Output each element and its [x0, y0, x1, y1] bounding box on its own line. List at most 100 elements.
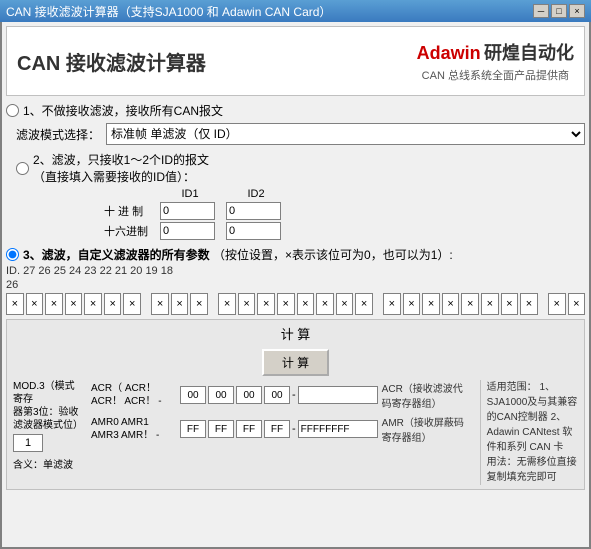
header-section: CAN 接收滤波计算器 Adawin 研煌自动化 CAN 总线系统全面产品提供商 — [6, 26, 585, 96]
bit-cell[interactable]: × — [548, 293, 566, 315]
header-subtitle: CAN 总线系统全面产品提供商 — [417, 67, 574, 83]
option1-radio[interactable] — [6, 104, 19, 117]
option1-label[interactable]: 1、不做接收滤波，接收所有CAN报文 — [6, 102, 585, 119]
bit-spacer — [210, 293, 216, 315]
bit-cell[interactable]: × — [355, 293, 373, 315]
calc-button[interactable]: 计 算 — [262, 349, 329, 376]
adawin-logo: Adawin 研煌自动化 — [417, 39, 574, 65]
bit-spacer — [540, 293, 546, 315]
mod-col: MOD.3（模式寄存器第3位：验收滤波器模式位） 含义：单滤波 — [13, 380, 83, 471]
option2-section: 2、滤波，只接收1～2个ID的报文 （直接填入需要接收的ID值）： ID1 ID… — [16, 151, 585, 240]
bit-cell[interactable]: × — [422, 293, 440, 315]
acr-dash: - — [292, 389, 296, 401]
id2-header: ID2 — [226, 188, 286, 200]
option1-section: 1、不做接收滤波，接收所有CAN报文 — [6, 102, 585, 119]
option3-label[interactable]: 3、滤波，自定义滤波器的所有参数 （按位设置，×表示该位可为0，也可以为1）: — [6, 246, 585, 263]
bit-cell[interactable]: × — [45, 293, 63, 315]
amr-result-input[interactable] — [298, 420, 378, 438]
bit-cell[interactable]: × — [26, 293, 44, 315]
filter-mode-label: 滤波模式选择： — [16, 126, 100, 143]
acr1-input[interactable] — [208, 386, 234, 404]
acr-result-input[interactable] — [298, 386, 378, 404]
amr-inputs: - — [180, 420, 378, 438]
bit-cell[interactable]: × — [257, 293, 275, 315]
title-bar-buttons: － □ × — [533, 4, 585, 18]
mod-label: MOD.3（模式寄存器第3位：验收滤波器模式位） — [13, 380, 83, 432]
calc-section: 计 算 计 算 MOD.3（模式寄存器第3位：验收滤波器模式位） 含义：单滤波 … — [6, 319, 585, 490]
maximize-button[interactable]: □ — [551, 4, 567, 18]
bit-cell[interactable]: × — [461, 293, 479, 315]
acr-desc: ACR（接收滤波代码寄存器组） — [382, 380, 472, 410]
minimize-button[interactable]: － — [533, 4, 549, 18]
bit-cell[interactable]: × — [297, 293, 315, 315]
id1-dec-input[interactable] — [160, 202, 215, 220]
id1-header: ID1 — [160, 188, 220, 200]
bit-cell[interactable]: × — [501, 293, 519, 315]
bit-ids-label: ID. 27 26 25 24 23 22 21 20 19 18 — [6, 265, 585, 277]
main-window: CAN 接收滤波计算器 Adawin 研煌自动化 CAN 总线系统全面产品提供商… — [0, 22, 591, 549]
close-button[interactable]: × — [569, 4, 585, 18]
id-table: ID1 ID2 十 进 制 十六进制 — [16, 188, 585, 240]
filter-mode-select[interactable]: 标准帧 单滤波（仅 ID） 标准帧 双滤波 扩展帧 单滤波 扩展帧 双滤波 — [106, 123, 585, 145]
bit-cell[interactable]: × — [104, 293, 122, 315]
bit-cell[interactable]: × — [218, 293, 236, 315]
amr-desc: AMR（接收屏蔽码寄存器组） — [382, 414, 472, 444]
acr3-input[interactable] — [264, 386, 290, 404]
amr0-input[interactable] — [180, 420, 206, 438]
id2-hex-input[interactable] — [226, 222, 281, 240]
meaning-label: 含义：单滤波 — [13, 456, 83, 471]
option3-section: 3、滤波，自定义滤波器的所有参数 （按位设置，×表示该位可为0，也可以为1）: … — [6, 246, 585, 315]
bit-cell[interactable]: × — [336, 293, 354, 315]
bit-cell[interactable]: × — [84, 293, 102, 315]
amr-label: AMR0 AMR1 AMR3 AMR！ - — [91, 416, 176, 442]
bit-cell[interactable]: × — [171, 293, 189, 315]
acr-label: ACR（ ACR！ ACR！ ACR！ - — [91, 382, 176, 408]
bit-cell[interactable]: × — [520, 293, 538, 315]
bit-ids2-label: 26 — [6, 279, 585, 291]
bit-cell[interactable]: × — [6, 293, 24, 315]
hex16-label: 十六进制 — [104, 222, 154, 240]
amr-row: AMR0 AMR1 AMR3 AMR！ - - AMR（接收屏蔽码寄存器组） — [91, 414, 472, 444]
bit-cell[interactable]: × — [442, 293, 460, 315]
acr-row: ACR（ ACR！ ACR！ ACR！ - - ACR（接收滤波代码寄存器组） — [91, 380, 472, 410]
bit-spacer — [143, 293, 149, 315]
acr-amr-col: ACR（ ACR！ ACR！ ACR！ - - ACR（接收滤波代码寄存器组） … — [91, 380, 472, 444]
title-bar: CAN 接收滤波计算器（支持SJA1000 和 Adawin CAN Card）… — [0, 0, 591, 22]
mod-input[interactable] — [13, 434, 43, 452]
calc-main-row: MOD.3（模式寄存器第3位：验收滤波器模式位） 含义：单滤波 ACR（ ACR… — [13, 380, 578, 485]
calc-title: 计 算 — [13, 324, 578, 343]
amr1-input[interactable] — [208, 420, 234, 438]
option2-radio[interactable] — [16, 162, 29, 175]
bit-cell[interactable]: × — [403, 293, 421, 315]
amr-dash: - — [292, 423, 296, 435]
brand-section: Adawin 研煌自动化 CAN 总线系统全面产品提供商 — [417, 39, 574, 83]
acr2-input[interactable] — [236, 386, 262, 404]
amr3-input[interactable] — [264, 420, 290, 438]
bit-cell[interactable]: × — [238, 293, 256, 315]
bit-row: ×××××××××××××××××××××××××××× — [6, 293, 585, 315]
option3-radio[interactable] — [6, 248, 19, 261]
amr2-input[interactable] — [236, 420, 262, 438]
bit-cell[interactable]: × — [65, 293, 83, 315]
filter-mode-row: 滤波模式选择： 标准帧 单滤波（仅 ID） 标准帧 双滤波 扩展帧 单滤波 扩展… — [16, 123, 585, 145]
bit-cell[interactable]: × — [190, 293, 208, 315]
bit-cell[interactable]: × — [481, 293, 499, 315]
bit-cell[interactable]: × — [383, 293, 401, 315]
id-grid-spacer — [104, 188, 154, 200]
id1-hex-input[interactable] — [160, 222, 215, 240]
bit-cell[interactable]: × — [151, 293, 169, 315]
title-bar-text: CAN 接收滤波计算器（支持SJA1000 和 Adawin CAN Card） — [6, 3, 331, 20]
bit-cell[interactable]: × — [316, 293, 334, 315]
bit-spacer — [375, 293, 381, 315]
id-grid: ID1 ID2 十 进 制 十六进制 — [104, 188, 286, 240]
acr0-input[interactable] — [180, 386, 206, 404]
bit-cell[interactable]: × — [568, 293, 586, 315]
dec-label: 十 进 制 — [104, 202, 154, 220]
right-note: 适用范围： 1、SJA1000及与其兼容的CAN控制器 2、Adawin CAN… — [480, 380, 578, 485]
app-name: CAN 接收滤波计算器 — [17, 47, 417, 76]
id2-dec-input[interactable] — [226, 202, 281, 220]
acr-inputs: - — [180, 386, 378, 404]
option2-label[interactable]: 2、滤波，只接收1～2个ID的报文 （直接填入需要接收的ID值）： — [16, 151, 585, 185]
bit-cell[interactable]: × — [123, 293, 141, 315]
bit-cell[interactable]: × — [277, 293, 295, 315]
